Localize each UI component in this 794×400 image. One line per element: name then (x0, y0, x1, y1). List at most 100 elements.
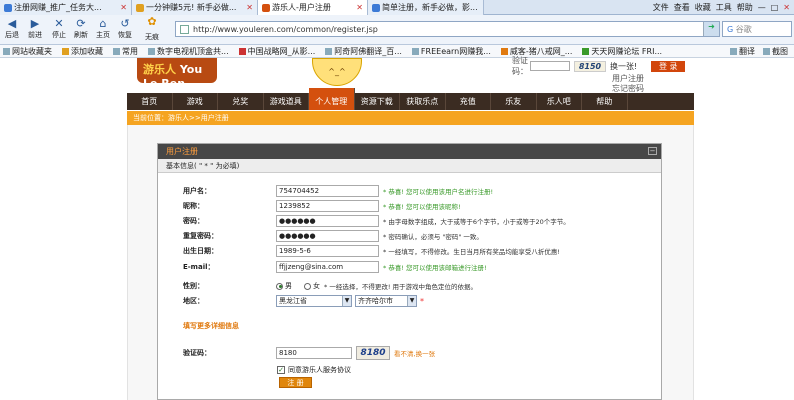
radio-unchecked-icon (304, 282, 311, 290)
close-tab-icon[interactable]: ✕ (353, 3, 363, 12)
username-field[interactable]: 754704452 (276, 185, 379, 197)
favorite-label: 阿奇阿佛翻译_百... (334, 46, 402, 56)
close-tab-icon[interactable]: ✕ (480, 3, 484, 12)
email-label: E-mail： (183, 263, 215, 271)
home-label: 主页 (96, 31, 110, 39)
captcha-input[interactable]: 8180 (276, 347, 352, 359)
minimize-icon[interactable]: — (758, 3, 766, 12)
captcha-row: 验证码： 8180 8180 看不清,换一张 (158, 346, 435, 360)
menu-help[interactable]: 帮助 (737, 2, 753, 13)
site-main-nav: 首页 游戏 兑奖 游戏道具 个人管理 资源下载 获取乐点 充值 乐友 乐人吧 帮… (127, 88, 694, 110)
nickname-row: 昵称： 1239852 * 恭喜! 您可以使用该昵称! (158, 199, 461, 213)
panel-title: 用户注册 (166, 147, 198, 156)
login-captcha-input[interactable] (530, 61, 570, 71)
address-bar[interactable]: http://www.youleren.com/common/register.… (175, 21, 720, 37)
search-placeholder: 谷歌 (735, 25, 752, 34)
collapse-icon[interactable]: − (648, 147, 657, 155)
search-box[interactable]: G 谷歌 (722, 21, 792, 37)
close-tab-icon[interactable]: ✕ (117, 3, 127, 12)
menu-tools[interactable]: 工具 (716, 2, 732, 13)
favorites-folder[interactable]: 网站收藏夹 (3, 46, 52, 57)
translate-button[interactable]: 翻译 (730, 46, 755, 57)
menu-favorites[interactable]: 收藏 (695, 2, 711, 13)
favorite-link-1[interactable]: 常用 (113, 46, 138, 57)
nav-personal[interactable]: 个人管理 (309, 88, 355, 110)
confirm-password-field[interactable]: ●●●●●● (276, 230, 379, 242)
favorite-link-4[interactable]: 阿奇阿佛翻译_百... (325, 46, 402, 57)
birthdate-field[interactable]: 1989-5-6 (276, 245, 379, 257)
nav-recharge[interactable]: 充值 (446, 93, 491, 110)
nav-forum[interactable]: 乐人吧 (537, 93, 582, 110)
nav-friends[interactable]: 乐友 (491, 93, 537, 110)
tab-label: 注册网赚_推广_任务大... (14, 3, 102, 12)
gender-female-radio[interactable]: 女 (304, 281, 320, 291)
more-info-link[interactable]: 填写更多详细信息 (183, 321, 239, 331)
refresh-label: 刷新 (74, 31, 88, 39)
site-logo[interactable]: 游乐人 You Le Ren (137, 58, 217, 90)
city-select[interactable]: 齐齐哈尔市 ▼ (355, 295, 417, 307)
region-row: 地区： 黑龙江省 ▼ 齐齐哈尔市 ▼ * (158, 294, 424, 308)
province-select[interactable]: 黑龙江省 ▼ (276, 295, 352, 307)
restore-button[interactable]: ↺ 恢复 (114, 17, 136, 40)
add-favorite-button[interactable]: 添加收藏 (62, 46, 103, 57)
nav-home[interactable]: 首页 (127, 93, 173, 110)
login-captcha-refresh-link[interactable]: 换一张! (610, 61, 637, 72)
nav-get-points[interactable]: 获取乐点 (400, 93, 446, 110)
page-icon (500, 47, 508, 55)
gender-label: 性别： (183, 282, 204, 290)
gender-hint: * 一经选择，不得更改! 用于游戏中角色定位的依据。 (324, 283, 477, 291)
refresh-button[interactable]: ⟳ 刷新 (70, 17, 92, 40)
close-window-icon[interactable]: ✕ (783, 3, 790, 12)
gender-male-label: 男 (285, 282, 292, 290)
nickname-label: 昵称： (183, 202, 204, 210)
email-field[interactable]: ffjjzeng@sina.com (276, 261, 379, 273)
favorite-label: 常用 (122, 46, 138, 56)
confirm-password-label: 重复密码： (183, 232, 218, 240)
nickname-hint: * 恭喜! 您可以使用该昵称! (383, 203, 461, 211)
email-row: E-mail： ffjjzeng@sina.com * 恭喜! 您可以使用该邮箱… (158, 260, 487, 274)
browser-tab-3[interactable]: 游乐人-用户注册 ✕ (258, 0, 368, 15)
nav-downloads[interactable]: 资源下载 (355, 93, 400, 110)
menu-file[interactable]: 文件 (653, 2, 669, 13)
login-button[interactable]: 登 录 (651, 60, 686, 72)
nav-games[interactable]: 游戏 (173, 93, 218, 110)
menu-view[interactable]: 查看 (674, 2, 690, 13)
home-button[interactable]: ⌂ 主页 (92, 17, 114, 40)
nav-help[interactable]: 帮助 (582, 93, 628, 110)
nickname-field[interactable]: 1239852 (276, 200, 379, 212)
favorites-bar: 网站收藏夹 添加收藏 常用 数字电视机顶盒共... 中国战略网_从影... 阿奇… (0, 45, 794, 58)
favorite-label: 数字电视机顶盒共... (157, 46, 229, 56)
login-captcha-label: 验证码： (512, 56, 528, 76)
back-button[interactable]: ◀ 后退 (1, 17, 23, 40)
screenshot-button[interactable]: 截图 (763, 46, 788, 57)
checkbox-checked-icon: ✓ (277, 366, 285, 374)
forward-button[interactable]: ▶ 前进 (24, 17, 46, 40)
gender-male-radio[interactable]: 男 (276, 281, 292, 291)
browser-tab-4[interactable]: 简单注册，新手必做，影... ✕ (368, 0, 484, 15)
password-row: 密码： ●●●●●● * 由字母数字组成，大于或等于6个字节，小于或等于20个字… (158, 214, 570, 228)
favorite-link-7[interactable]: 天天网赚论坛 FRI... (582, 46, 662, 57)
favorite-link-3[interactable]: 中国战略网_从影... (238, 46, 316, 57)
logo-text: 游乐人 (143, 63, 176, 76)
agree-terms-checkbox[interactable]: ✓ 同意游乐人服务协议 (277, 365, 351, 375)
browser-tab-2[interactable]: 一分钟赚5元! 新手必做... ✕ (132, 0, 258, 15)
password-field[interactable]: ●●●●●● (276, 215, 379, 227)
incognito-button[interactable]: ✿ 无痕 (141, 15, 163, 42)
favorite-link-2[interactable]: 数字电视机顶盒共... (148, 46, 229, 57)
go-icon[interactable]: ➜ (703, 22, 719, 36)
translate-label: 翻译 (739, 46, 755, 56)
register-link[interactable]: 用户注册 (612, 74, 644, 84)
browser-tab-1[interactable]: 注册网赚_推广_任务大... ✕ (0, 0, 132, 15)
maximize-icon[interactable]: □ (771, 3, 779, 12)
favorite-link-5[interactable]: FREEearn网赚我... (411, 46, 491, 57)
nav-game-items[interactable]: 游戏道具 (264, 93, 309, 110)
page-icon (180, 24, 189, 34)
register-submit-button[interactable]: 注 册 (279, 377, 312, 388)
nav-redeem[interactable]: 兑奖 (218, 93, 264, 110)
captcha-refresh-link[interactable]: 看不清,换一张 (394, 348, 435, 358)
favorite-label: 中国战略网_从影... (247, 46, 316, 56)
register-panel: 用户注册 − 基本信息( " * " 为必填) 用户名： 754704452 *… (157, 143, 662, 400)
forward-label: 前进 (28, 31, 42, 39)
stop-button[interactable]: ✕ 停止 (48, 17, 70, 40)
close-tab-icon[interactable]: ✕ (243, 3, 253, 12)
